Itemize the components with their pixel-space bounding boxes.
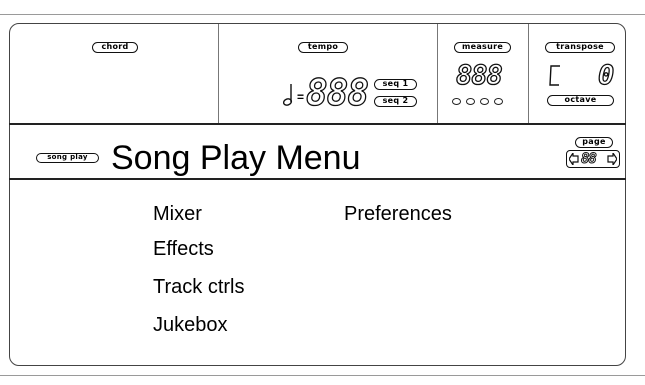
header-separator [218, 24, 219, 123]
chord-label: chord [92, 42, 138, 53]
menu-item-preferences[interactable]: Preferences [344, 203, 452, 225]
menu-item-mixer[interactable]: Mixer [153, 203, 202, 225]
page-left-arrow-icon[interactable] [569, 153, 579, 165]
transpose-label: transpose [545, 42, 615, 53]
page-title: Song Play Menu [111, 139, 361, 177]
beat-indicator [452, 98, 461, 105]
measure-label: measure [454, 42, 511, 53]
page-number-display: 88 [581, 151, 598, 167]
header-separator [437, 24, 438, 123]
page-label: page [575, 137, 613, 148]
measure-display: 888 [455, 60, 503, 91]
song-play-mode-label: song play [36, 153, 99, 163]
transpose-display: 0 [597, 60, 615, 91]
seq1-label: seq 1 [374, 79, 417, 90]
page-right-arrow-icon[interactable] [607, 153, 617, 165]
tempo-label: tempo [298, 42, 348, 53]
page-indicator: page 88 [566, 137, 620, 171]
beat-indicator [494, 98, 503, 105]
menu-item-jukebox[interactable]: Jukebox [153, 314, 228, 336]
menu-item-track-ctrls[interactable]: Track ctrls [153, 276, 244, 298]
octave-label: octave [547, 95, 614, 106]
quarter-note-icon [282, 84, 293, 106]
header-separator [528, 24, 529, 123]
bottom-rule [0, 375, 645, 376]
seq2-label: seq 2 [374, 96, 417, 107]
beat-indicator [480, 98, 489, 105]
beat-indicator [466, 98, 475, 105]
tempo-equals: = [297, 90, 305, 104]
top-rule [0, 14, 645, 15]
transpose-sign-segment [549, 65, 560, 86]
menu-item-effects[interactable]: Effects [153, 238, 214, 260]
tempo-display: 888 [305, 73, 369, 114]
